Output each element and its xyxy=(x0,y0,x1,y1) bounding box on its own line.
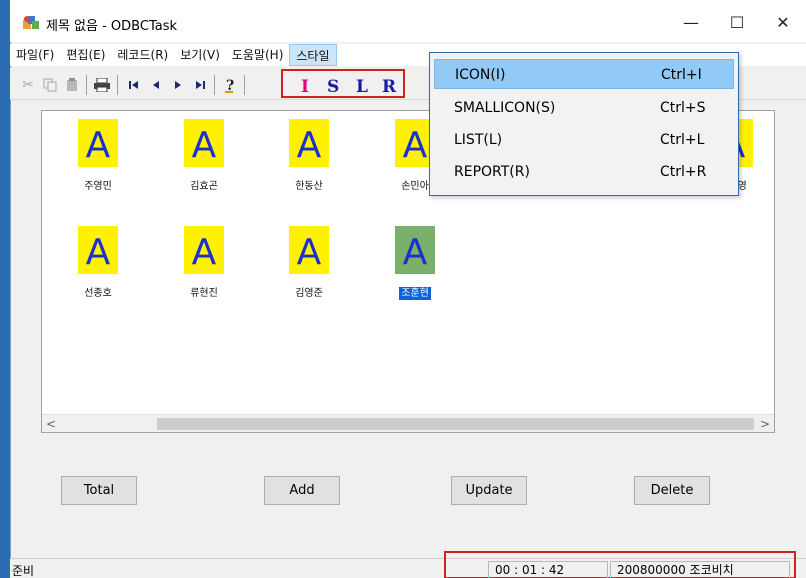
style-list-button[interactable]: L xyxy=(356,77,368,97)
status-highlight-box: 00 : 01 : 42 200800000 조코비치 xyxy=(444,551,796,578)
list-item-label: 김효곤 xyxy=(164,177,244,192)
menu-file[interactable]: 파일(F) xyxy=(10,44,60,66)
delete-button[interactable]: Delete xyxy=(634,476,710,505)
list-item-label: 선종호 xyxy=(58,284,138,299)
copy-icon[interactable] xyxy=(40,75,60,95)
menu-view[interactable]: 보기(V) xyxy=(174,44,226,66)
add-button[interactable]: Add xyxy=(264,476,340,505)
scroll-left-icon[interactable]: < xyxy=(42,415,60,433)
list-item[interactable]: A 주영민 xyxy=(58,119,138,209)
svg-text:A: A xyxy=(86,125,111,166)
status-time: 00 : 01 : 42 xyxy=(488,561,608,578)
dropdown-item[interactable]: LIST(L) Ctrl+L xyxy=(434,125,734,155)
first-record-icon[interactable] xyxy=(124,75,144,95)
list-item[interactable]: A 김영준 xyxy=(269,226,349,316)
svg-text:A: A xyxy=(297,125,322,166)
scroll-thumb[interactable] xyxy=(157,418,754,430)
app-window: 제목 없음 - ODBCTask — ☐ ✕ 파일(F) 편집(E) 레코드(R… xyxy=(0,0,806,578)
svg-text:A: A xyxy=(403,232,428,273)
dropdown-item-shortcut: Ctrl+I xyxy=(661,67,702,83)
person-icon: A xyxy=(289,119,329,167)
dropdown-item-shortcut: Ctrl+R xyxy=(660,164,707,180)
list-item-name: 조훈현 xyxy=(399,287,431,300)
menu-help[interactable]: 도움말(H) xyxy=(226,44,290,66)
person-icon: A xyxy=(395,226,435,274)
style-buttons-group: I S L R xyxy=(281,69,405,98)
list-item-name: 손민아 xyxy=(401,181,429,192)
list-item-name: 김효곤 xyxy=(190,181,218,192)
window-accent-border xyxy=(0,0,10,578)
prev-record-icon[interactable] xyxy=(146,75,166,95)
person-icon: A xyxy=(184,226,224,274)
svg-text:A: A xyxy=(192,125,217,166)
dropdown-item-label: SMALLICON(S) xyxy=(454,100,556,116)
next-record-icon[interactable] xyxy=(168,75,188,95)
app-icon xyxy=(22,14,40,30)
update-button[interactable]: Update xyxy=(451,476,527,505)
svg-text:A: A xyxy=(192,232,217,273)
list-item[interactable]: A 선종호 xyxy=(58,226,138,316)
dropdown-item[interactable]: ICON(I) Ctrl+I xyxy=(434,59,734,89)
status-ready-text: 준비 xyxy=(12,564,35,578)
dropdown-item[interactable]: REPORT(R) Ctrl+R xyxy=(434,157,734,187)
list-item-name: 류현진 xyxy=(190,288,218,299)
close-button[interactable]: ✕ xyxy=(760,10,806,36)
toolbar-separator xyxy=(244,75,245,95)
dropdown-item-shortcut: Ctrl+S xyxy=(660,100,706,116)
list-item[interactable]: A 조훈현 xyxy=(375,226,455,316)
person-icon: A xyxy=(184,119,224,167)
dropdown-item[interactable]: SMALLICON(S) Ctrl+S xyxy=(434,93,734,123)
dropdown-item-label: REPORT(R) xyxy=(454,164,530,180)
list-item-label: 한동산 xyxy=(269,177,349,192)
person-icon: A xyxy=(78,119,118,167)
style-smallicon-button[interactable]: S xyxy=(327,77,339,97)
list-item-label: 김영준 xyxy=(269,284,349,299)
scroll-right-icon[interactable]: > xyxy=(756,415,774,433)
svg-text:?: ? xyxy=(226,78,234,93)
cut-icon[interactable]: ✂ xyxy=(18,75,38,95)
menu-edit[interactable]: 편집(E) xyxy=(60,44,111,66)
horizontal-scrollbar[interactable]: < > xyxy=(42,414,774,432)
person-icon: A xyxy=(289,226,329,274)
dropdown-item-label: ICON(I) xyxy=(455,67,506,83)
window-title: 제목 없음 - ODBCTask xyxy=(46,19,177,34)
toolbar-separator xyxy=(86,75,87,95)
status-user: 200800000 조코비치 xyxy=(610,561,790,578)
print-icon[interactable] xyxy=(92,75,112,95)
menu-record[interactable]: 레코드(R) xyxy=(111,44,174,66)
toolbar-separator xyxy=(214,75,215,95)
paste-icon[interactable] xyxy=(62,75,82,95)
status-bar: 준비 00 : 01 : 42 200800000 조코비치 xyxy=(10,551,806,578)
list-item[interactable]: A 한동산 xyxy=(269,119,349,209)
total-button[interactable]: Total xyxy=(61,476,137,505)
list-item-name: 선종호 xyxy=(84,288,112,299)
maximize-button[interactable]: ☐ xyxy=(714,10,760,36)
list-item-name: 김영준 xyxy=(295,288,323,299)
list-item-name: 한동산 xyxy=(295,181,323,192)
dropdown-item-shortcut: Ctrl+L xyxy=(660,132,705,148)
list-item-name: 주영민 xyxy=(84,181,112,192)
style-icon-button[interactable]: I xyxy=(301,77,309,97)
minimize-button[interactable]: — xyxy=(668,10,714,36)
help-icon[interactable]: ? xyxy=(220,75,240,95)
dropdown-item-label: LIST(L) xyxy=(454,132,503,148)
list-item-label: 조훈현 xyxy=(375,284,455,300)
list-item-label: 류현진 xyxy=(164,284,244,299)
last-record-icon[interactable] xyxy=(190,75,210,95)
svg-text:A: A xyxy=(86,232,111,273)
style-dropdown-menu: ICON(I) Ctrl+I SMALLICON(S) Ctrl+S LIST(L) Ct… xyxy=(429,52,739,196)
toolbar-separator xyxy=(117,75,118,95)
list-item-label: 주영민 xyxy=(58,177,138,192)
style-report-button[interactable]: R xyxy=(382,77,396,97)
svg-text:A: A xyxy=(297,232,322,273)
list-item[interactable]: A 김효곤 xyxy=(164,119,244,209)
person-icon: A xyxy=(78,226,118,274)
title-bar[interactable]: 제목 없음 - ODBCTask — ☐ ✕ xyxy=(10,0,806,42)
list-item[interactable]: A 류현진 xyxy=(164,226,244,316)
menu-style[interactable]: 스타일 xyxy=(289,44,337,66)
svg-text:A: A xyxy=(403,125,428,166)
